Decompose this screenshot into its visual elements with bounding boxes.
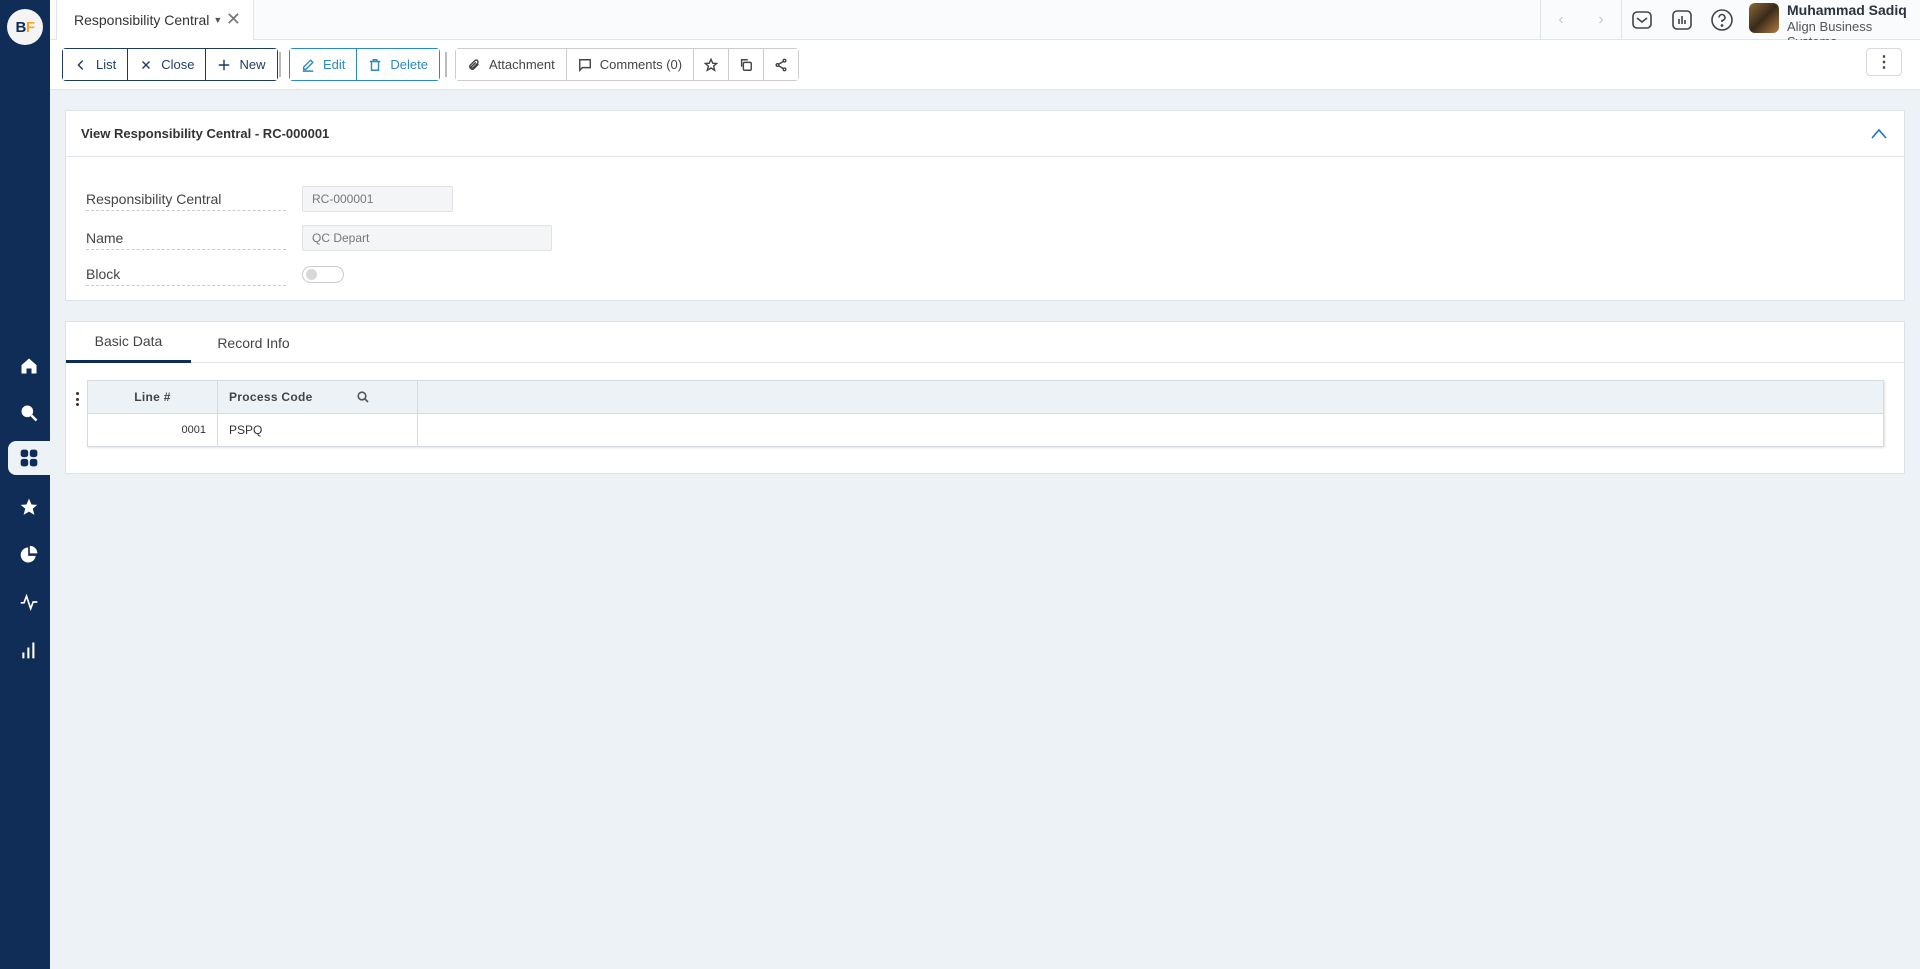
edit-button-group: Edit Delete <box>289 48 440 81</box>
caret-down-icon[interactable]: ▼ <box>213 15 222 25</box>
attachment-button[interactable]: Attachment <box>456 49 566 80</box>
responsibility-central-field[interactable]: RC-000001 <box>302 186 453 212</box>
actions-button-group: Attachment Comments (0) <box>455 48 800 81</box>
name-label: Name <box>86 230 286 250</box>
pie-chart-icon <box>20 545 38 563</box>
copy-button[interactable] <box>728 49 764 80</box>
comments-button[interactable]: Comments (0) <box>565 49 694 80</box>
next-record-button[interactable]: › <box>1598 11 1603 29</box>
column-header-empty <box>418 381 1883 413</box>
more-options-button[interactable]: ⋮ <box>1866 48 1902 76</box>
block-label: Block <box>86 266 286 286</box>
responsibility-central-label: Responsibility Central <box>86 191 286 211</box>
sidebar-item-activity[interactable] <box>8 585 50 619</box>
delete-button[interactable]: Delete <box>356 49 439 80</box>
sidebar-item-home[interactable] <box>8 349 50 383</box>
tab-basic-data[interactable]: Basic Data <box>66 322 191 363</box>
app-logo[interactable]: BF <box>7 9 43 45</box>
page-title: View Responsibility Central - RC-000001 <box>81 126 330 141</box>
table-row[interactable]: 0001 PSPQ <box>88 414 1883 446</box>
new-button-label: New <box>239 57 266 72</box>
sidebar: BF <box>0 0 50 969</box>
trash-icon <box>370 58 381 71</box>
grid-icon <box>20 449 38 467</box>
close-button-label: Close <box>161 57 195 72</box>
column-search-icon[interactable] <box>357 391 369 403</box>
list-button[interactable]: List <box>63 49 128 80</box>
empty-cell <box>418 414 1883 446</box>
toolbar-divider <box>445 52 447 77</box>
delete-button-label: Delete <box>390 57 428 72</box>
chevron-left-icon <box>77 59 84 70</box>
share-icon <box>775 58 787 71</box>
detail-card: Basic Data Record Info Line # Process Co… <box>65 321 1905 474</box>
close-button[interactable]: Close <box>127 49 206 80</box>
sidebar-item-reports[interactable] <box>8 633 50 667</box>
toolbar-divider <box>279 52 281 77</box>
comments-button-label: Comments (0) <box>599 57 683 72</box>
close-icon <box>142 60 151 69</box>
copy-icon <box>741 58 753 71</box>
attachment-button-label: Attachment <box>489 57 555 72</box>
favorite-button[interactable] <box>693 49 729 80</box>
list-button-label: List <box>96 57 117 72</box>
plus-icon <box>219 59 230 70</box>
process-code-cell: PSPQ <box>218 414 418 446</box>
top-bar: Responsibility Central ▼ ✕ ‹ › Muhammad … <box>50 0 1920 49</box>
logo-letter-b: B <box>15 18 26 36</box>
user-name[interactable]: Muhammad Sadiq <box>1787 2 1907 18</box>
tab-record-info[interactable]: Record Info <box>191 322 316 363</box>
mail-icon[interactable] <box>1630 8 1654 32</box>
navigation-button-group: List Close New <box>62 48 278 81</box>
form-card: View Responsibility Central - RC-000001 … <box>65 110 1905 301</box>
home-icon <box>21 358 37 374</box>
bar-chart-icon <box>22 642 35 659</box>
edit-button-label: Edit <box>323 57 346 72</box>
logo-letter-f: F <box>25 18 35 36</box>
sidebar-item-analytics[interactable] <box>8 538 50 572</box>
name-field[interactable]: QC Depart <box>302 225 552 251</box>
tab-label: Responsibility Central <box>74 12 210 28</box>
record-navigation: ‹ › <box>1540 0 1622 40</box>
pencil-icon <box>302 58 314 72</box>
block-toggle[interactable] <box>302 266 344 283</box>
form-card-header: View Responsibility Central - RC-000001 <box>66 111 1904 157</box>
sidebar-item-apps[interactable] <box>8 441 50 475</box>
collapse-button[interactable] <box>1870 125 1888 143</box>
user-avatar[interactable] <box>1749 3 1779 33</box>
help-icon[interactable] <box>1710 8 1734 32</box>
close-tab-icon[interactable]: ✕ <box>226 10 241 28</box>
process-grid: Line # Process Code 0001 PSPQ <box>87 380 1884 447</box>
report-icon[interactable] <box>1670 8 1694 32</box>
column-header-process-code[interactable]: Process Code <box>218 381 418 413</box>
comment-icon <box>578 58 591 72</box>
previous-record-button[interactable]: ‹ <box>1558 11 1563 29</box>
column-header-line[interactable]: Line # <box>88 381 218 413</box>
grid-header: Line # Process Code <box>88 381 1883 414</box>
toolbar: List Close New Edit Delete Attachment Co… <box>50 40 1920 90</box>
line-number-cell: 0001 <box>88 414 218 446</box>
chevron-up-icon <box>1871 128 1887 139</box>
sidebar-item-favorites[interactable] <box>8 490 50 524</box>
new-button[interactable]: New <box>205 49 277 80</box>
star-icon <box>20 498 38 515</box>
paperclip-icon <box>469 58 479 70</box>
star-outline-icon <box>704 57 719 72</box>
tab-responsibility-central[interactable]: Responsibility Central ▼ ✕ <box>56 0 254 40</box>
column-header-process-code-label: Process Code <box>229 390 313 404</box>
sidebar-item-search[interactable] <box>8 396 50 430</box>
search-icon <box>21 405 38 422</box>
share-button[interactable] <box>763 49 799 80</box>
grid-menu-icon[interactable] <box>74 390 80 408</box>
detail-tabs: Basic Data Record Info <box>66 322 1904 363</box>
pulse-icon <box>20 593 38 612</box>
edit-button[interactable]: Edit <box>290 49 357 80</box>
